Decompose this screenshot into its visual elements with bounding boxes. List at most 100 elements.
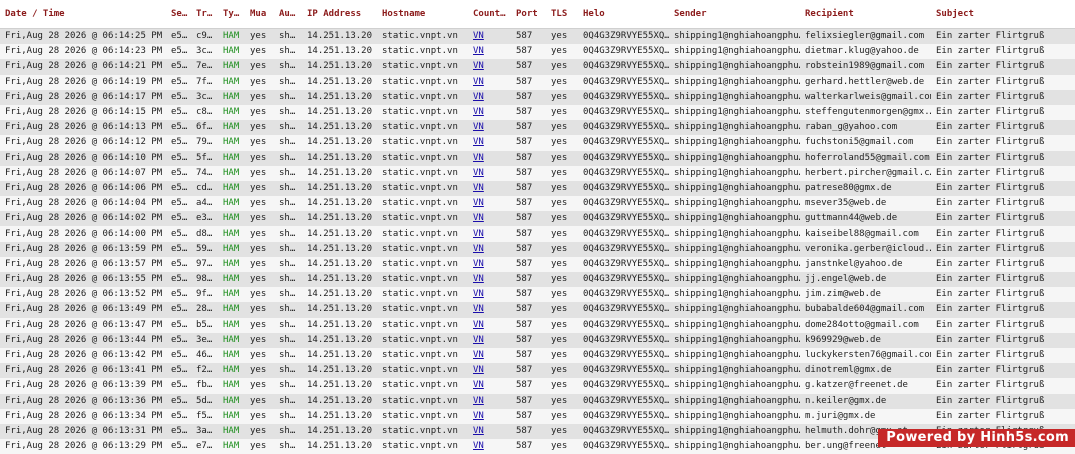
country-link[interactable]: VN (473, 259, 484, 269)
country-link[interactable]: VN (473, 411, 484, 421)
cell-country: VN (468, 317, 511, 333)
cell-server: e5… (166, 74, 191, 90)
cell-server: e5… (166, 120, 191, 136)
cell-mua: yes (245, 150, 274, 166)
cell-port: 587 (511, 150, 546, 166)
column-header-hostname[interactable]: Hostname (377, 0, 468, 29)
country-link[interactable]: VN (473, 153, 484, 163)
country-link[interactable]: VN (473, 441, 484, 451)
cell-port: 587 (511, 302, 546, 318)
country-link[interactable]: VN (473, 46, 484, 56)
table-row[interactable]: Fri,Aug 28 2026 @ 06:14:15 PM e5… c8… HAM ye… (0, 104, 1075, 121)
country-link[interactable]: VN (473, 380, 484, 390)
country-link[interactable]: VN (473, 92, 484, 102)
table-row[interactable]: Fri,Aug 28 2026 @ 06:13:59 PM e5… 59… HAM ye… (0, 241, 1075, 257)
country-link[interactable]: VN (473, 396, 484, 406)
table-row[interactable]: Fri,Aug 28 2026 @ 06:14:23 PM e5… 3c… HAM ye… (0, 44, 1075, 60)
country-link[interactable]: VN (473, 335, 484, 345)
cell-type: HAM (218, 423, 245, 440)
table-row[interactable]: Fri,Aug 28 2026 @ 06:14:17 PM e5… 3c… HAM ye… (0, 89, 1075, 105)
cell-ip-address: 14.251.13.20 (302, 241, 377, 257)
column-header-type[interactable]: Ty… (218, 0, 245, 29)
cell-ip-address: 14.251.13.20 (302, 89, 377, 105)
country-link[interactable]: VN (473, 137, 484, 147)
column-header-transport[interactable]: Tr… (191, 0, 218, 29)
country-link[interactable]: VN (473, 229, 484, 239)
table-row[interactable]: Fri,Aug 28 2026 @ 06:13:36 PM e5… 5d… HAM ye… (0, 393, 1075, 409)
column-header-tls[interactable]: TLS (546, 0, 578, 29)
cell-mua: yes (245, 241, 274, 257)
cell-port: 587 (511, 317, 546, 333)
cell-sender: shipping1@nghiahoangphu… (669, 241, 800, 257)
cell-country: VN (468, 135, 511, 151)
table-row[interactable]: Fri,Aug 28 2026 @ 06:13:55 PM e5… 98… HAM ye… (0, 272, 1075, 288)
table-row[interactable]: Fri,Aug 28 2026 @ 06:14:07 PM e5… 74… HAM ye… (0, 165, 1075, 181)
country-link[interactable]: VN (473, 31, 484, 41)
column-header-country[interactable]: Count… (468, 0, 511, 29)
country-link[interactable]: VN (473, 122, 484, 132)
cell-ip-address: 14.251.13.20 (302, 256, 377, 272)
table-row[interactable]: Fri,Aug 28 2026 @ 06:13:49 PM e5… 28… HAM ye… (0, 302, 1075, 318)
column-header-port[interactable]: Port (511, 0, 546, 29)
table-row[interactable]: Fri,Aug 28 2026 @ 06:14:00 PM e5… d8… HAM ye… (0, 226, 1075, 242)
column-header-mua[interactable]: Mua (245, 0, 274, 29)
table-row[interactable]: Fri,Aug 28 2026 @ 06:14:02 PM e5… e3… HAM ye… (0, 211, 1075, 227)
country-link[interactable]: VN (473, 365, 484, 375)
column-header-date-time[interactable]: Date / Time (0, 0, 166, 29)
table-row[interactable]: Fri,Aug 28 2026 @ 06:13:57 PM e5… 97… HAM ye… (0, 256, 1075, 272)
country-link[interactable]: VN (473, 320, 484, 330)
country-link[interactable]: VN (473, 198, 484, 208)
column-header-helo[interactable]: Helo (578, 0, 669, 29)
column-header-recipient[interactable]: Recipient (800, 0, 931, 29)
country-link[interactable]: VN (473, 426, 484, 436)
table-row[interactable]: Fri,Aug 28 2026 @ 06:14:06 PM e5… cd… HAM ye… (0, 180, 1075, 197)
column-header-server[interactable]: Se… (166, 0, 191, 29)
table-row[interactable]: Fri,Aug 28 2026 @ 06:13:39 PM e5… fb… HAM ye… (0, 378, 1075, 394)
country-link[interactable]: VN (473, 213, 484, 223)
table-row[interactable]: Fri,Aug 28 2026 @ 06:14:04 PM e5… a4… HAM ye… (0, 196, 1075, 212)
cell-ip-address: 14.251.13.20 (302, 104, 377, 121)
cell-hostname: static.vnpt.vn (377, 59, 468, 75)
column-header-sender[interactable]: Sender (669, 0, 800, 29)
cell-recipient: dietmar.klug@yahoo.de (800, 44, 931, 60)
cell-date-time: Fri,Aug 28 2026 @ 06:14:17 PM (0, 89, 166, 105)
country-link[interactable]: VN (473, 107, 484, 117)
country-link[interactable]: VN (473, 289, 484, 299)
table-row[interactable]: Fri,Aug 28 2026 @ 06:14:10 PM e5… 5f… HAM ye… (0, 150, 1075, 166)
cell-hostname: static.vnpt.vn (377, 196, 468, 212)
cell-mua: yes (245, 347, 274, 364)
table-row[interactable]: Fri,Aug 28 2026 @ 06:13:41 PM e5… f2… HAM ye… (0, 363, 1075, 379)
table-row[interactable]: Fri,Aug 28 2026 @ 06:13:52 PM e5… 9f… HAM ye… (0, 287, 1075, 303)
table-row[interactable]: Fri,Aug 28 2026 @ 06:13:47 PM e5… b5… HAM ye… (0, 317, 1075, 333)
cell-hostname: static.vnpt.vn (377, 89, 468, 105)
cell-ip-address: 14.251.13.20 (302, 317, 377, 333)
table-row[interactable]: Fri,Aug 28 2026 @ 06:14:21 PM e5… 7e… HAM ye… (0, 59, 1075, 75)
cell-date-time: Fri,Aug 28 2026 @ 06:14:23 PM (0, 44, 166, 60)
cell-recipient: steffengutenmorgen@gmx.… (800, 104, 931, 121)
table-row[interactable]: Fri,Aug 28 2026 @ 06:14:19 PM e5… 7f… HAM ye… (0, 74, 1075, 90)
cell-recipient: dinotreml@gmx.de (800, 363, 931, 379)
cell-port: 587 (511, 241, 546, 257)
country-link[interactable]: VN (473, 350, 484, 360)
column-header-ip-address[interactable]: IP Address (302, 0, 377, 29)
header-row: Date / Time Se… Tr… Ty… Mua Au… IP Addre… (0, 0, 1075, 29)
table-row[interactable]: Fri,Aug 28 2026 @ 06:13:42 PM e5… 46… HAM ye… (0, 347, 1075, 364)
country-link[interactable]: VN (473, 168, 484, 178)
country-link[interactable]: VN (473, 61, 484, 71)
table-row[interactable]: Fri,Aug 28 2026 @ 06:13:44 PM e5… 3e… HAM ye… (0, 332, 1075, 348)
country-link[interactable]: VN (473, 77, 484, 87)
column-header-auth[interactable]: Au… (274, 0, 302, 29)
cell-tls: yes (546, 272, 578, 288)
country-link[interactable]: VN (473, 304, 484, 314)
column-header-subject[interactable]: Subject (931, 0, 1075, 29)
table-row[interactable]: Fri,Aug 28 2026 @ 06:13:34 PM e5… f5… HAM ye… (0, 408, 1075, 424)
table-row[interactable]: Fri,Aug 28 2026 @ 06:14:12 PM e5… 79… HAM ye… (0, 135, 1075, 151)
country-link[interactable]: VN (473, 244, 484, 254)
table-row[interactable]: Fri,Aug 28 2026 @ 06:14:13 PM e5… 6f… HAM ye… (0, 120, 1075, 136)
cell-server: e5… (166, 423, 191, 440)
powered-by-banner[interactable]: Powered by Hinh5s.com (878, 429, 1075, 447)
country-link[interactable]: VN (473, 274, 484, 284)
table-row[interactable]: Fri,Aug 28 2026 @ 06:14:25 PM e5… c9… HAM ye… (0, 28, 1075, 45)
country-link[interactable]: VN (473, 183, 484, 193)
cell-server: e5… (166, 302, 191, 318)
